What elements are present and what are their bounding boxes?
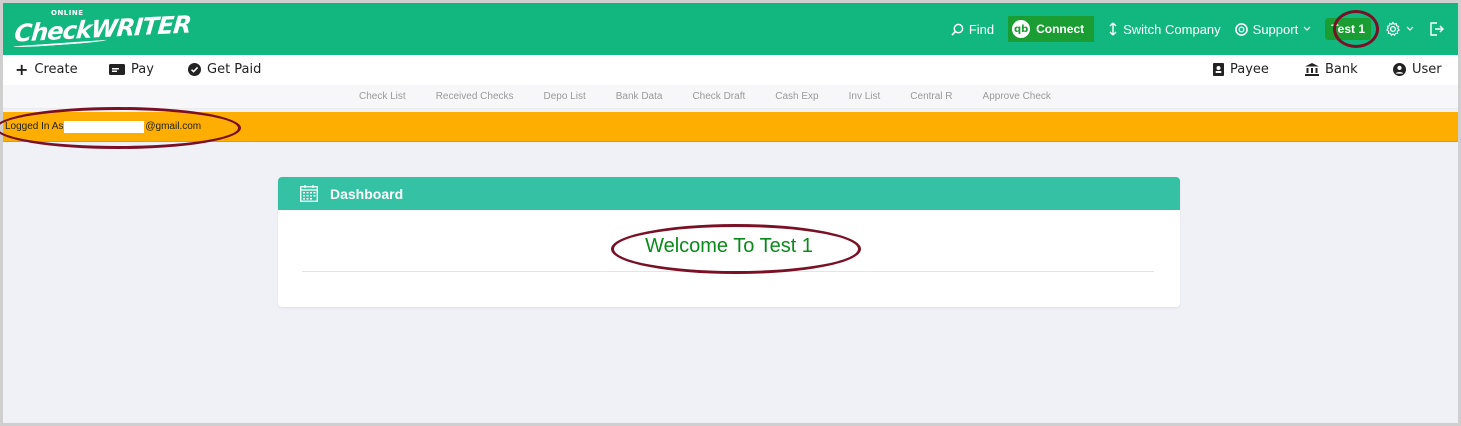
subnav-link-approve-check[interactable]: Approve Check: [983, 91, 1051, 102]
settings-dropdown[interactable]: [1385, 21, 1414, 37]
user-label: User: [1412, 62, 1442, 77]
check-circle-icon: [188, 63, 201, 76]
plus-icon: +: [15, 59, 29, 79]
quickbooks-icon: qb: [1012, 20, 1031, 38]
bank-label: Bank: [1325, 62, 1358, 77]
payee-label: Payee: [1230, 62, 1269, 77]
connect-label: Connect: [1036, 22, 1085, 36]
current-company-button[interactable]: Test 1: [1325, 18, 1371, 40]
pay-button[interactable]: Pay: [109, 62, 154, 77]
user-button[interactable]: User: [1393, 62, 1442, 77]
money-bill-icon: [109, 64, 125, 75]
get-paid-button[interactable]: Get Paid: [188, 62, 261, 77]
subnav-link-bank-data[interactable]: Bank Data: [616, 91, 663, 102]
search-icon: [951, 23, 964, 36]
redacted-email-box: [64, 120, 145, 133]
logged-in-banner: Logged In As @gmail.com: [3, 112, 1458, 142]
welcome-message: Welcome To Test 1: [645, 235, 813, 257]
get-paid-label: Get Paid: [207, 62, 262, 77]
create-button[interactable]: + Create: [15, 59, 78, 79]
chevron-down-icon: [1406, 26, 1414, 31]
bank-button[interactable]: Bank: [1305, 62, 1358, 77]
top-header: ONLINE CheckWRITER Find qb Connect Switc…: [3, 3, 1458, 55]
action-bar: + Create Pay Get Paid Payee Bank User: [3, 55, 1458, 85]
up-down-arrows-icon: [1109, 22, 1117, 36]
address-book-icon: [1213, 63, 1224, 76]
dashboard-card-header: Dashboard: [278, 177, 1180, 210]
pay-label: Pay: [131, 62, 154, 77]
calendar-icon: [300, 185, 318, 202]
user-circle-icon: [1393, 63, 1406, 76]
quickbooks-connect-button[interactable]: qb Connect: [1008, 16, 1095, 42]
dashboard-card: Dashboard Welcome To Test 1: [278, 177, 1180, 307]
support-label: Support: [1252, 21, 1299, 37]
header-right-group: Find qb Connect Switch Company Support T…: [951, 3, 1444, 55]
logout-button[interactable]: [1428, 21, 1444, 37]
subnav-link-cash-exp[interactable]: Cash Exp: [775, 91, 818, 102]
chevron-down-icon: [1303, 26, 1311, 31]
create-label: Create: [34, 62, 78, 77]
find-label: Find: [968, 21, 995, 37]
subnav-link-inv-list[interactable]: Inv List: [849, 91, 881, 102]
bank-icon: [1305, 63, 1319, 76]
current-company-label: Test 1: [1331, 22, 1365, 36]
logged-in-prefix: Logged In As: [5, 121, 64, 132]
find-button[interactable]: Find: [951, 22, 994, 37]
subnav-link-central-r[interactable]: Central R: [910, 91, 952, 102]
support-dropdown[interactable]: Support: [1234, 21, 1312, 37]
payee-button[interactable]: Payee: [1213, 62, 1269, 77]
subnav-link-check-list[interactable]: Check List: [359, 91, 406, 102]
switch-company-button[interactable]: Switch Company: [1108, 22, 1221, 37]
subnav-link-check-draft[interactable]: Check Draft: [692, 91, 745, 102]
checkwriter-logo[interactable]: ONLINE CheckWRITER: [12, 9, 192, 49]
dashboard-title: Dashboard: [330, 185, 404, 202]
subnav-link-received-checks[interactable]: Received Checks: [436, 91, 514, 102]
switch-company-label: Switch Company: [1123, 21, 1221, 37]
subnav-link-depo-list[interactable]: Depo List: [544, 91, 586, 102]
gear-icon: [1385, 21, 1401, 37]
sub-navigation-links: Check List Received Checks Depo List Bank D…: [359, 91, 1051, 102]
card-divider: [302, 271, 1154, 272]
logout-icon: [1430, 22, 1444, 36]
sub-navigation: Check List Received Checks Depo List Bank D…: [3, 85, 1458, 109]
lifebuoy-icon: [1234, 22, 1248, 36]
logged-in-email-suffix: @gmail.com: [145, 121, 202, 132]
